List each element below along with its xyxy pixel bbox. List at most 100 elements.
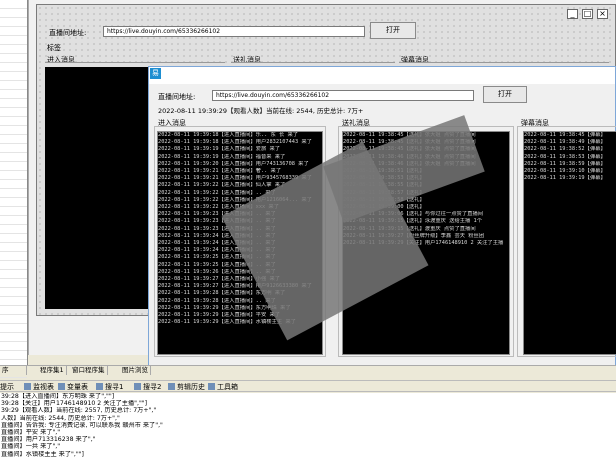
designer-group-chat: 弹幕消息 [401,56,429,64]
list-item: 2022-08-11 19:39:19【弹幕】 [524,175,606,182]
property-row[interactable] [0,243,27,252]
property-row[interactable] [0,153,27,162]
variables-icon [58,383,65,390]
tab-toolbox[interactable]: 工具箱 [208,381,238,393]
left-prefix: 序 [0,366,27,375]
designer-group-enter: 进入消息 [47,56,75,64]
tab-variables[interactable]: 变量表 [58,381,88,393]
property-row[interactable] [0,72,27,81]
toolbox-icon [208,383,215,390]
preview-titlebar: 易 [149,67,615,84]
panel-tabs: 提示 监视表 变量表 搜寻1 搜寻2 剪辑历史 工具箱 [0,380,616,392]
list-item: 2022-08-11 19:39:18【进入直播间】乐.. 东 长 来了 [158,132,299,138]
list-item: 2022-08-11 19:38:59【弹幕】 [524,160,606,167]
search-icon [96,383,103,390]
list-item: 2022-08-11 19:39:18【进入直播间】用户2832107443 来… [158,139,312,146]
property-row[interactable] [0,90,27,99]
property-row[interactable] [0,45,27,54]
property-row[interactable] [0,297,27,306]
list-item: 2022-08-11 19:38:45【弹幕】 [524,132,606,138]
designer-label: 标签 [47,44,61,52]
property-row[interactable] [0,27,27,36]
property-row[interactable] [0,225,27,234]
property-row[interactable] [0,36,27,45]
list-item: 人数】当前在线: 2544, 历史总计: 7万+"," [1,414,120,422]
property-row[interactable] [0,342,27,351]
designer-group-gift: 送礼消息 [233,56,261,64]
property-row[interactable] [0,315,27,324]
list-item: 直播间】平安 来了"," [1,429,61,437]
doc-tab-image[interactable]: 图片浏览 [120,366,151,375]
list-item: 直播间】用户713316238 来了"," [1,436,96,444]
list-item: 2022-08-11 19:39:20【进入直播间】用户743136708 来了 [158,160,309,167]
output-pane[interactable]: 39:28【进入直播间】东方明珠 来了",""] 39:28【关注】用户17461… [0,393,616,462]
chat-message-list[interactable]: 2022-08-11 19:38:45【弹幕】 2022-08-11 19:38:… [523,131,616,355]
open-button[interactable]: 打开 [483,86,527,103]
list-item: 2022-08-11 19:39:19【进入直播间】爱旅 来了 [158,146,281,153]
property-row[interactable] [0,216,27,225]
property-row[interactable] [0,252,27,261]
property-row[interactable] [0,108,27,117]
property-row[interactable] [0,180,27,189]
list-item: 直播间】水镇楼主主 来了",""] [1,450,84,458]
property-row[interactable] [0,81,27,90]
property-row[interactable] [0,54,27,63]
document-tabs: 序 程序集1 窗口程序集 图片浏览 [0,365,616,375]
property-row[interactable] [0,324,27,333]
designer-url-input[interactable]: https://live.douyin.com/65336266102 [103,26,365,37]
viewer-stats: 2022-08-11 19:39:29【观看人数】当前在线: 2544, 历史总… [158,107,364,115]
tab-search2[interactable]: 搜寻2 [134,381,161,393]
list-item: 直播间】一共 来了"," [1,443,61,451]
maximize-icon[interactable]: □ [582,9,593,19]
property-row[interactable] [0,0,27,9]
clipboard-icon [168,383,175,390]
designer-open-button[interactable]: 打开 [370,22,416,39]
watch-icon [24,383,31,390]
doc-tab-program[interactable]: 程序集1 [38,366,67,375]
property-row[interactable] [0,351,27,360]
search-icon [134,383,141,390]
property-row[interactable] [0,126,27,135]
property-row[interactable] [0,117,27,126]
tab-clip-history[interactable]: 剪辑历史 [168,381,205,393]
doc-tab-window[interactable]: 窗口程序集 [70,366,108,375]
list-item: 2022-08-11 19:39:10【弹幕】 [524,168,606,175]
tab-search1[interactable]: 搜寻1 [96,381,123,393]
property-row[interactable] [0,279,27,288]
property-row[interactable] [0,306,27,315]
tab-hint[interactable]: 提示 [0,381,14,393]
property-row[interactable] [0,333,27,342]
list-item: 2022-08-11 19:38:53【弹幕】 [524,153,606,160]
property-row[interactable] [0,9,27,18]
list-item: 39:28【关注】用户1746148910 2 关注了主播",""] [1,400,148,408]
property-row[interactable] [0,198,27,207]
list-item: 39:28【进入直播间】东方明珠 来了",""] [1,393,115,400]
app-icon: 易 [150,68,161,79]
designer-enter-list [45,67,149,309]
property-row[interactable] [0,234,27,243]
preview-window[interactable]: 易 直播间地址: https://live.douyin.com/6533626… [148,66,616,374]
designer-url-label: 直播间地址: [49,29,87,37]
property-row[interactable] [0,189,27,198]
url-input[interactable]: https://live.douyin.com/65336266102 [212,90,474,101]
property-row[interactable] [0,135,27,144]
list-item: 2022-08-11 19:38:49【弹幕】 [524,139,606,146]
property-row[interactable] [0,270,27,279]
property-row[interactable] [0,162,27,171]
properties-panel [0,0,28,396]
property-row[interactable] [0,144,27,153]
property-row[interactable] [0,99,27,108]
close-icon[interactable]: × [597,9,608,19]
property-row[interactable] [0,171,27,180]
property-row[interactable] [0,63,27,72]
tab-watch[interactable]: 监视表 [24,381,54,393]
property-row[interactable] [0,18,27,27]
property-row[interactable] [0,261,27,270]
list-item: 2022-08-11 19:38:52【弹幕】 [524,146,606,153]
list-item: 2022-08-11 19:39:19【进入直播间】福音来 来了 [158,153,286,160]
list-item: 2022-08-11 19:39:21【进入直播间】奢.. 来了 [158,168,282,175]
property-row[interactable] [0,288,27,297]
property-row[interactable] [0,207,27,216]
minimize-icon[interactable]: _ [567,9,578,19]
list-item: 39:29【观看人数】当前在线: 2557, 历史总计: 7万+"," [1,407,157,415]
